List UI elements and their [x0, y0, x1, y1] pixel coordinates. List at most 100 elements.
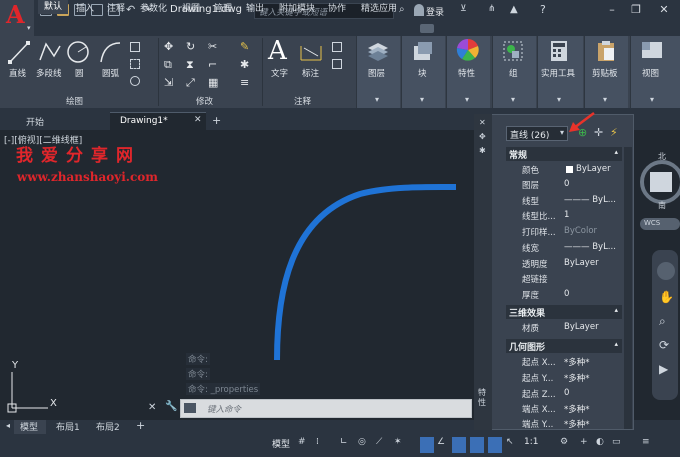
property-row[interactable]: 起点 Y... *多种* [506, 370, 622, 386]
login-link[interactable]: 登录 [426, 5, 444, 18]
modify-panel-title[interactable]: 修改 [196, 95, 213, 107]
settings-icon[interactable]: ✱ [479, 146, 486, 155]
tab-annotate[interactable]: 注释 [107, 1, 125, 14]
command-input[interactable]: 键入命令 [180, 399, 472, 418]
tab-start[interactable]: 开始 [0, 112, 110, 130]
arc-button[interactable]: 圆弧 [102, 67, 119, 79]
property-row[interactable]: 颜色 ByLayer [506, 162, 622, 178]
property-value[interactable]: ——— ByL... [564, 195, 616, 205]
dimension-button[interactable]: 标注 [302, 67, 319, 79]
minimize-button[interactable]: – [604, 2, 620, 18]
line-button[interactable]: 直线 [9, 67, 26, 79]
property-value[interactable]: 0 [564, 289, 569, 299]
ortho-icon[interactable]: ∟ [340, 437, 352, 453]
wcs-menu[interactable]: WCS [640, 218, 680, 230]
pin-icon[interactable]: ✥ [479, 132, 486, 141]
draw-panel-title[interactable]: 绘图 [66, 95, 83, 107]
palette-scrollbar[interactable] [624, 147, 632, 429]
close-tab-icon[interactable]: ✕ [194, 115, 202, 125]
fillet-icon[interactable]: ⌐ [208, 58, 217, 71]
selection-dropdown[interactable]: 直线 (26) [506, 126, 568, 141]
ellipse-icon[interactable] [130, 76, 140, 86]
tab-drawing1[interactable]: Drawing1* [110, 112, 206, 130]
tab-collaborate[interactable]: 协作 [328, 1, 346, 14]
mirror-icon[interactable]: ⧗ [186, 58, 194, 72]
quick-select-icon[interactable]: ⚡ [610, 126, 618, 139]
text-button[interactable]: 文字 [271, 67, 288, 79]
tab-layout1[interactable]: 布局1 [56, 420, 80, 434]
tab-default[interactable]: 默认 [38, 0, 69, 14]
property-value[interactable]: *多种* [564, 403, 590, 415]
viewcube-north[interactable]: 北 [658, 151, 666, 162]
a360-icon[interactable]: ▲ [510, 4, 518, 15]
property-value[interactable]: *多种* [564, 418, 590, 430]
array-icon[interactable]: ▦ [208, 76, 218, 89]
tab-insert[interactable]: 插入 [76, 1, 94, 14]
chevron-down-icon[interactable]: ▾ [420, 95, 424, 104]
close-button[interactable]: ✕ [656, 2, 672, 18]
zoom-icon[interactable]: ⌕ [659, 314, 666, 329]
group-3d-effects[interactable]: 三维效果 ▴ [506, 305, 622, 319]
property-value[interactable]: ByLayer [576, 164, 611, 174]
offset-icon[interactable]: ≡ [240, 76, 249, 89]
group-general[interactable]: 常规 ▴ [506, 147, 622, 161]
tab-featured-apps[interactable]: 精选应用 [361, 1, 397, 14]
property-row[interactable]: 打印样... ByColor [506, 224, 622, 240]
search-icon[interactable]: ⌕ [399, 4, 405, 15]
viewcube-east[interactable]: 东 [662, 177, 670, 188]
property-row[interactable]: 线宽 ——— ByL... [506, 240, 622, 256]
isodraft-icon[interactable]: ⟋ [376, 437, 388, 453]
grid-icon[interactable]: # [298, 437, 310, 453]
osnap-button[interactable] [420, 437, 434, 453]
cart-icon[interactable]: ⊻ [460, 4, 467, 14]
ribbon-options-icon[interactable] [420, 24, 434, 33]
help-icon[interactable]: ? [540, 3, 546, 16]
annotation-scale-button[interactable] [470, 437, 484, 453]
property-value[interactable]: ByLayer [564, 322, 599, 332]
cursor-icon[interactable]: ↖ [506, 437, 518, 453]
orbit-icon[interactable]: ⟳ [659, 338, 669, 352]
collapse-icon[interactable]: ▴ [614, 306, 618, 314]
explode-icon[interactable]: ✱ [240, 58, 249, 71]
scale-button[interactable]: 1:1 [524, 437, 542, 453]
tab-output[interactable]: 输出 [246, 1, 264, 14]
tab-manage[interactable]: 管理 [214, 1, 232, 14]
property-row[interactable]: 厚度 0 [506, 287, 622, 303]
tab-layout2[interactable]: 布局2 [96, 420, 120, 434]
erase-icon[interactable]: ✎ [240, 40, 249, 53]
chevron-down-icon[interactable]: ▾ [375, 95, 379, 104]
tab-view[interactable]: 视图 [182, 1, 200, 14]
clean-screen-icon[interactable]: ▭ [612, 437, 624, 453]
property-row[interactable]: 起点 Z... 0 [506, 386, 622, 402]
chevron-down-icon[interactable]: ▾ [511, 95, 515, 104]
tab-addins[interactable]: 附加模块 [279, 1, 315, 14]
chevron-down-icon[interactable]: ▾ [603, 95, 607, 104]
property-value[interactable]: *多种* [564, 372, 590, 384]
transparency-button[interactable] [452, 437, 466, 453]
property-row[interactable]: 起点 X... *多种* [506, 354, 622, 370]
polar-icon[interactable]: ◎ [358, 437, 370, 453]
customize-icon[interactable]: ≡ [642, 437, 654, 453]
property-row[interactable]: 端点 Y... *多种* [506, 416, 622, 432]
rectangle-icon[interactable] [130, 42, 140, 52]
scale-icon[interactable]: ⤢ [186, 76, 195, 90]
property-row[interactable]: 端点 X... *多种* [506, 401, 622, 417]
steering-wheel-icon[interactable] [657, 262, 675, 280]
chevron-down-icon[interactable]: ▾ [650, 95, 654, 104]
property-row[interactable]: 线型比... 1 [506, 208, 622, 224]
leader-icon[interactable] [332, 42, 342, 52]
collapse-icon[interactable]: ▴ [614, 148, 618, 156]
osnap-tracking-icon[interactable]: ✶ [394, 437, 406, 453]
annotation-visibility-button[interactable] [488, 437, 502, 453]
wrench-icon[interactable]: 🔧 [165, 401, 177, 412]
tab-model[interactable]: 模型 [14, 420, 46, 434]
property-row[interactable]: 图层 0 [506, 177, 622, 193]
property-row[interactable]: 透明度 ByLayer [506, 256, 622, 272]
property-row[interactable]: 材质 ByLayer [506, 320, 622, 336]
property-value[interactable]: ——— ByL... [564, 242, 616, 252]
polyline-button[interactable]: 多段线 [36, 67, 62, 79]
close-palette-icon[interactable]: ✕ [479, 118, 486, 127]
group-geometry[interactable]: 几何图形 ▴ [506, 339, 622, 353]
table-icon[interactable] [332, 59, 342, 69]
pan-icon[interactable]: ✋ [659, 290, 674, 304]
